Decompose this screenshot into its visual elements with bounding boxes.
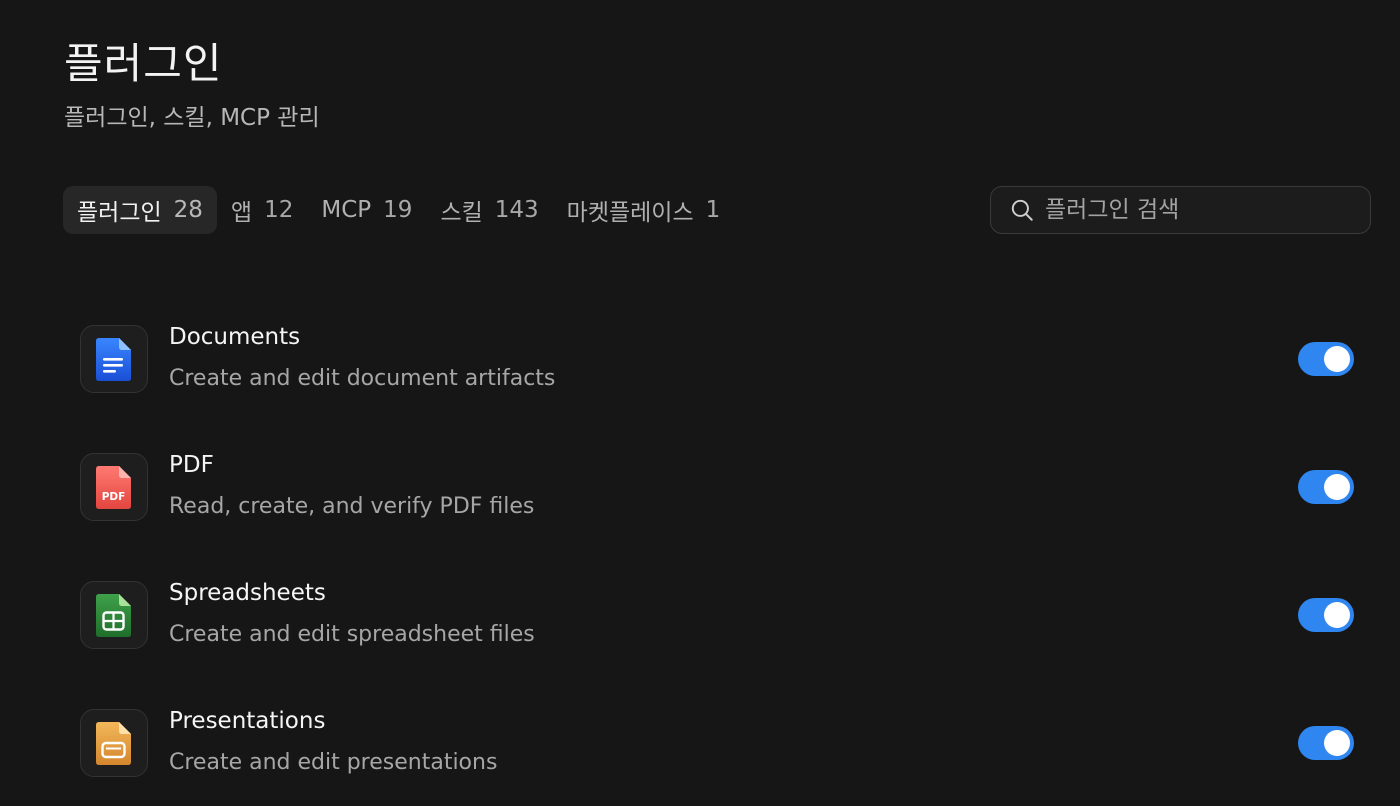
plugin-list: Documents Create and edit document artif… [80,318,1356,806]
tab-label: 앱 [230,200,253,226]
presentations-icon [80,709,148,777]
pdf-icon: PDF [80,453,148,521]
plugin-name: Documents [169,324,301,350]
tab-marketplace[interactable]: 마켓플레이스 1 [553,186,735,234]
presentations-toggle[interactable] [1298,726,1354,760]
search-box[interactable] [990,186,1371,234]
tab-label: 마켓플레이스 [566,200,694,226]
page-title: 플러그인 [64,39,223,88]
spreadsheets-toggle[interactable] [1298,598,1354,632]
search-input[interactable] [1045,197,1345,223]
pdf-toggle[interactable] [1298,470,1354,504]
plugin-row-pdf: PDF PDF Read, create, and verify PDF fil… [80,446,1356,574]
plugins-page: 플러그인 플러그인, 스킬, MCP 관리 플러그인 28 앱 12 MCP 1… [0,0,1400,806]
toggle-knob [1324,730,1350,756]
toggle-knob [1324,602,1350,628]
tab-count: 12 [264,197,294,223]
page-subtitle: 플러그인, 스킬, MCP 관리 [64,105,320,131]
toggle-knob [1324,474,1350,500]
tab-apps[interactable]: 앱 12 [217,186,307,234]
tab-label: 플러그인 [77,200,162,226]
spreadsheets-icon [80,581,148,649]
plugin-row-presentations: Presentations Create and edit presentati… [80,702,1356,806]
tab-bar: 플러그인 28 앱 12 MCP 19 스킬 143 마켓플레이스 1 [63,186,734,234]
tab-count: 19 [383,197,413,223]
toggle-knob [1324,346,1350,372]
plugin-name: Spreadsheets [169,580,326,606]
search-icon [1011,199,1033,221]
plugin-row-spreadsheets: Spreadsheets Create and edit spreadsheet… [80,574,1356,702]
plugin-description: Read, create, and verify PDF files [169,494,535,519]
plugin-description: Create and edit presentations [169,750,498,775]
tab-label: 스킬 [440,200,483,226]
plugin-description: Create and edit document artifacts [169,366,556,391]
tab-count: 1 [705,197,721,223]
tab-mcp[interactable]: MCP 19 [307,186,426,234]
plugin-row-documents: Documents Create and edit document artif… [80,318,1356,446]
tab-count: 28 [173,197,203,223]
documents-toggle[interactable] [1298,342,1354,376]
tab-plugins[interactable]: 플러그인 28 [63,186,217,234]
tab-skills[interactable]: 스킬 143 [426,186,552,234]
pdf-icon-label: PDF [102,491,126,503]
tab-label: MCP [321,197,372,223]
plugin-name: PDF [169,452,214,478]
tab-count: 143 [494,197,539,223]
documents-icon [80,325,148,393]
plugin-description: Create and edit spreadsheet files [169,622,535,647]
plugin-name: Presentations [169,708,326,734]
